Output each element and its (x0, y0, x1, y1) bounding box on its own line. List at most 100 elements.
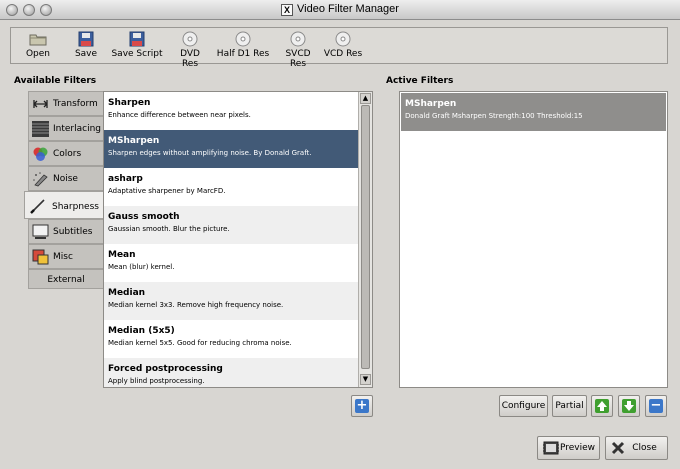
category-label: Sharpness (52, 202, 99, 212)
filter-description: Median kernel 5x5. Good for reducing chr… (108, 339, 292, 347)
disc-icon (182, 31, 198, 47)
filter-name: Sharpen (108, 98, 151, 108)
close-button[interactable]: Close (605, 436, 668, 460)
x11-icon: X (281, 4, 294, 16)
transform-icon (33, 100, 48, 108)
active-filter-name: MSharpen (405, 99, 457, 109)
floppy-script-icon (129, 31, 145, 47)
save-script-label: Save Script (111, 49, 163, 59)
filter-item-sharpen[interactable]: Sharpen Enhance difference between near … (104, 92, 358, 130)
filter-name: Mean (108, 250, 136, 260)
category-label: Subtitles (53, 227, 93, 237)
scroll-up-arrow-icon[interactable]: ▲ (360, 93, 371, 104)
folder-icon (29, 34, 47, 46)
available-filters-list[interactable]: Sharpen Enhance difference between near … (103, 91, 373, 388)
noise-icon (33, 172, 48, 187)
floppy-icon (78, 31, 94, 47)
category-label: External (47, 275, 85, 285)
category-sharpness[interactable]: Sharpness (24, 191, 104, 219)
filter-description: Gaussian smooth. Blur the picture. (108, 225, 230, 233)
configure-button[interactable]: Configure (499, 395, 548, 417)
save-script-button[interactable]: Save Script (111, 31, 163, 59)
filter-name: Median (108, 288, 146, 298)
dvd-res-button[interactable]: DVD Res (171, 31, 209, 69)
move-up-button[interactable] (591, 395, 613, 417)
remove-filter-button[interactable]: − (645, 395, 667, 417)
save-label: Save (74, 49, 98, 59)
half-d1-res-button[interactable]: Half D1 Res (215, 31, 271, 59)
colors-icon (33, 147, 48, 161)
plus-icon: + (355, 398, 369, 413)
filter-description: Median kernel 3x3. Remove high frequency… (108, 301, 284, 309)
filter-item-median-5x5[interactable]: Median (5x5) Median kernel 5x5. Good for… (104, 320, 358, 358)
move-down-button[interactable] (618, 395, 640, 417)
disc-icon (290, 31, 306, 47)
category-colors[interactable]: Colors (28, 141, 104, 166)
filter-item-asharp[interactable]: asharp Adaptative sharpener by MarcFD. (104, 168, 358, 206)
filter-item-msharpen[interactable]: MSharpen Sharpen edges without amplifyin… (104, 130, 358, 168)
subtitles-icon (32, 224, 49, 239)
filter-description: Apply blind postprocessing. (108, 377, 205, 385)
active-filter-item[interactable]: MSharpen Donald Graft Msharpen Strength:… (401, 93, 666, 131)
category-interlacing[interactable]: Interlacing (28, 116, 104, 141)
category-subtitles[interactable]: Subtitles (28, 219, 104, 244)
open-label: Open (25, 49, 51, 59)
category-label: Noise (53, 174, 78, 184)
arrow-down-icon (622, 399, 636, 413)
category-label: Misc (53, 252, 73, 262)
dvd-res-label: DVD Res (180, 49, 200, 69)
active-filter-description: Donald Graft Msharpen Strength:100 Thres… (405, 112, 583, 120)
filter-description: Sharpen edges without amplifying noise. … (108, 149, 312, 157)
title-bar: X Video Filter Manager (0, 0, 680, 20)
preview-label: Preview (559, 443, 596, 453)
filter-item-mean[interactable]: Mean Mean (blur) kernel. (104, 244, 358, 282)
toolbar: Open Save Save Script DVD Res Half D1 Re… (10, 27, 668, 69)
filter-item-gauss-smooth[interactable]: Gauss smooth Gaussian smooth. Blur the p… (104, 206, 358, 244)
open-button[interactable]: Open (23, 31, 53, 59)
close-icon (611, 441, 625, 455)
filter-description: Mean (blur) kernel. (108, 263, 175, 271)
category-label: Interlacing (53, 124, 102, 134)
active-filters-list[interactable]: MSharpen Donald Graft Msharpen Strength:… (399, 91, 668, 388)
preview-button[interactable]: Preview (537, 436, 600, 460)
category-transform[interactable]: Transform (28, 91, 104, 116)
half-d1-res-label: Half D1 Res (216, 49, 270, 59)
scrollbar-thumb[interactable] (361, 105, 370, 369)
svcd-res-label: SVCD Res (285, 49, 311, 69)
close-label: Close (632, 443, 657, 453)
category-external[interactable]: External (28, 269, 104, 289)
arrow-up-icon (595, 399, 609, 413)
vcd-res-label: VCD Res (323, 49, 363, 59)
filter-item-forced-postprocessing[interactable]: Forced postprocessing Apply blind postpr… (104, 358, 358, 387)
category-label: Transform (53, 99, 98, 109)
vcd-res-button[interactable]: VCD Res (323, 31, 363, 59)
misc-icon (32, 249, 49, 265)
sharpness-icon (30, 199, 45, 214)
filter-name: MSharpen (108, 136, 160, 146)
preview-icon (543, 441, 559, 455)
disc-icon (235, 31, 251, 47)
configure-label: Configure (501, 401, 546, 411)
scroll-down-arrow-icon[interactable]: ▼ (360, 374, 371, 385)
category-noise[interactable]: Noise (28, 166, 104, 191)
filter-name: asharp (108, 174, 143, 184)
filter-item-median[interactable]: Median Median kernel 3x3. Remove high fr… (104, 282, 358, 320)
filter-name: Forced postprocessing (108, 364, 223, 374)
interlacing-icon (32, 121, 49, 137)
category-label: Colors (53, 149, 82, 159)
window-title: Video Filter Manager (297, 3, 399, 15)
save-button[interactable]: Save (71, 31, 101, 59)
add-filter-button[interactable]: + (351, 395, 373, 417)
filter-name: Gauss smooth (108, 212, 180, 222)
filter-name: Median (5x5) (108, 326, 175, 336)
category-misc[interactable]: Misc (28, 244, 104, 269)
partial-button[interactable]: Partial (552, 395, 587, 417)
filter-list-scrollbar[interactable]: ▲ ▼ (358, 92, 372, 387)
active-filters-heading: Active Filters (386, 76, 454, 86)
partial-label: Partial (555, 401, 584, 411)
svcd-res-button[interactable]: SVCD Res (277, 31, 319, 69)
available-filters-heading: Available Filters (14, 76, 97, 86)
filter-description: Enhance difference between near pixels. (108, 111, 251, 119)
filter-description: Adaptative sharpener by MarcFD. (108, 187, 226, 195)
disc-icon (335, 31, 351, 47)
